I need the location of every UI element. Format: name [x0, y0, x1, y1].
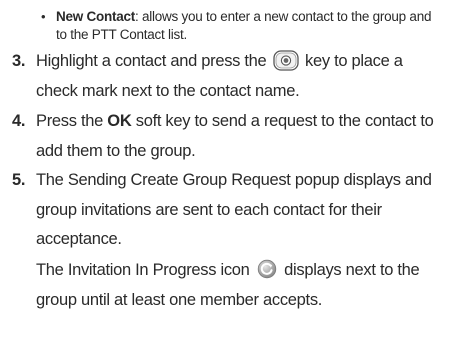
bullet-heading: New Contact	[56, 9, 136, 24]
note-text-before: The Invitation In Progress icon	[36, 261, 250, 279]
manual-page: • New Contact: allows you to enter a new…	[0, 0, 473, 338]
ok-key-label: OK	[107, 112, 132, 130]
step-4-text-after: soft key to send a request to the contac…	[135, 112, 434, 130]
invitation-note: The Invitation In Progress icon displays…	[36, 256, 468, 315]
center-select-key-icon	[273, 50, 299, 71]
bullet-text-line1: : allows you to enter a new contact to t…	[135, 9, 432, 24]
step-4-text-before: Press the	[36, 112, 103, 130]
step-number: 5.	[12, 171, 26, 189]
step-3: 3. Highlight a contact and press the key…	[12, 47, 468, 106]
step-number: 4.	[12, 112, 26, 130]
invitation-in-progress-icon	[257, 259, 277, 279]
step-5-text-line3: acceptance.	[36, 230, 122, 248]
step-3-text-after: key to place a	[305, 52, 403, 70]
step-4-text-line2: add them to the group.	[36, 141, 196, 160]
step-4: 4. Press the OK soft key to send a reque…	[12, 107, 468, 166]
new-contact-bullet: • New Contact: allows you to enter a new…	[41, 8, 468, 44]
note-text-after: displays next to the	[284, 261, 420, 279]
step-5: 5. The Sending Create Group Request popu…	[12, 166, 468, 255]
step-5-text-line2: group invitations are sent to each conta…	[36, 200, 382, 219]
step-3-text-before: Highlight a contact and press the	[36, 52, 267, 70]
step-number: 3.	[12, 52, 26, 70]
bullet-text-line2: to the PTT Contact list.	[56, 27, 188, 42]
note-text-line2: group until at least one member accepts.	[36, 290, 323, 309]
step-3-text-line2: check mark next to the contact name.	[36, 81, 300, 100]
step-5-text-line1: The Sending Create Group Request popup d…	[36, 171, 432, 189]
bullet-symbol: •	[41, 9, 46, 24]
